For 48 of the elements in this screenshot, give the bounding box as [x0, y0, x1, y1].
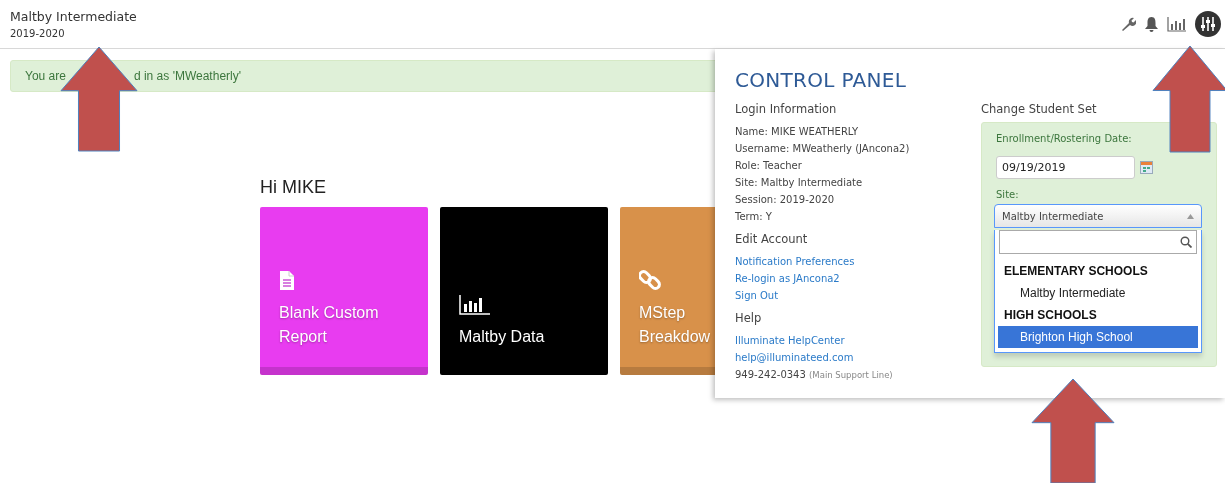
- wrench-icon[interactable]: [1120, 16, 1136, 32]
- option-group-heading: ELEMENTARY SCHOOLS: [1003, 263, 1149, 280]
- panel-title: CONTROL PANEL: [735, 68, 908, 92]
- tile-label: MStep Breakdow: [639, 303, 712, 347]
- phone-number: 949-242-0343: [735, 369, 806, 380]
- settings-button[interactable]: [1195, 11, 1221, 37]
- info-text: Session: 2019-2020: [735, 193, 836, 207]
- info-text: Term: Y: [735, 210, 773, 224]
- session-year: 2019-2020: [10, 28, 66, 39]
- link-icon: [639, 269, 661, 291]
- tile-label: Maltby Data: [459, 327, 546, 347]
- tile-label: Blank Custom Report: [279, 303, 380, 347]
- panel-link[interactable]: Re-login as JAncona2: [735, 270, 840, 287]
- option-group-heading: HIGH SCHOOLS: [1003, 307, 1098, 324]
- search-field[interactable]: [999, 230, 1197, 254]
- school-name: Maltby Intermediate: [10, 9, 137, 24]
- section-heading: Help: [735, 311, 763, 325]
- bar-chart-icon: [459, 294, 491, 315]
- panel-link[interactable]: Illuminate HelpCenter: [735, 332, 845, 349]
- field-label: Enrollment/Rostering Date:: [996, 133, 1133, 144]
- dropdown-option[interactable]: Maltby Intermediate: [998, 282, 1198, 304]
- alert-text: d in as 'MWeatherly': [133, 69, 241, 83]
- panel-link[interactable]: help@illuminateed.com: [735, 349, 854, 366]
- caret-icon: [1187, 213, 1194, 219]
- info-text: Role: Teacher: [735, 159, 803, 173]
- sliders-icon: [1200, 16, 1216, 32]
- info-text: Site: Maltby Intermediate: [735, 176, 864, 190]
- info-text: Name: MIKE WEATHERLY: [735, 125, 860, 139]
- info-text: Username: MWeatherly (JAncona2): [735, 142, 911, 156]
- dropdown-option[interactable]: Brighton High School: [998, 326, 1198, 348]
- section-heading: Login Information: [735, 102, 838, 116]
- report-tile[interactable]: MStep Breakdow: [620, 207, 715, 375]
- document-icon: [279, 270, 295, 291]
- site-select[interactable]: Maltby Intermediate: [994, 204, 1202, 228]
- field-label: Site:: [996, 189, 1020, 200]
- section-heading: Change Student Set: [981, 102, 1098, 116]
- greeting: Hi MIKE: [260, 177, 327, 198]
- bar-chart-icon[interactable]: [1167, 16, 1187, 32]
- date-field[interactable]: 09/19/2019: [996, 156, 1135, 179]
- phone-note: (Main Support Line): [809, 370, 893, 380]
- bell-icon[interactable]: [1144, 16, 1159, 32]
- report-tile[interactable]: Blank Custom Report: [260, 207, 428, 375]
- alert-text: You are: [25, 69, 66, 83]
- panel-link[interactable]: Notification Preferences: [735, 253, 855, 270]
- section-heading: Edit Account: [735, 232, 809, 246]
- report-tile[interactable]: Maltby Data: [440, 207, 608, 375]
- search-icon: [1180, 236, 1192, 248]
- panel-link[interactable]: Sign Out: [735, 287, 779, 304]
